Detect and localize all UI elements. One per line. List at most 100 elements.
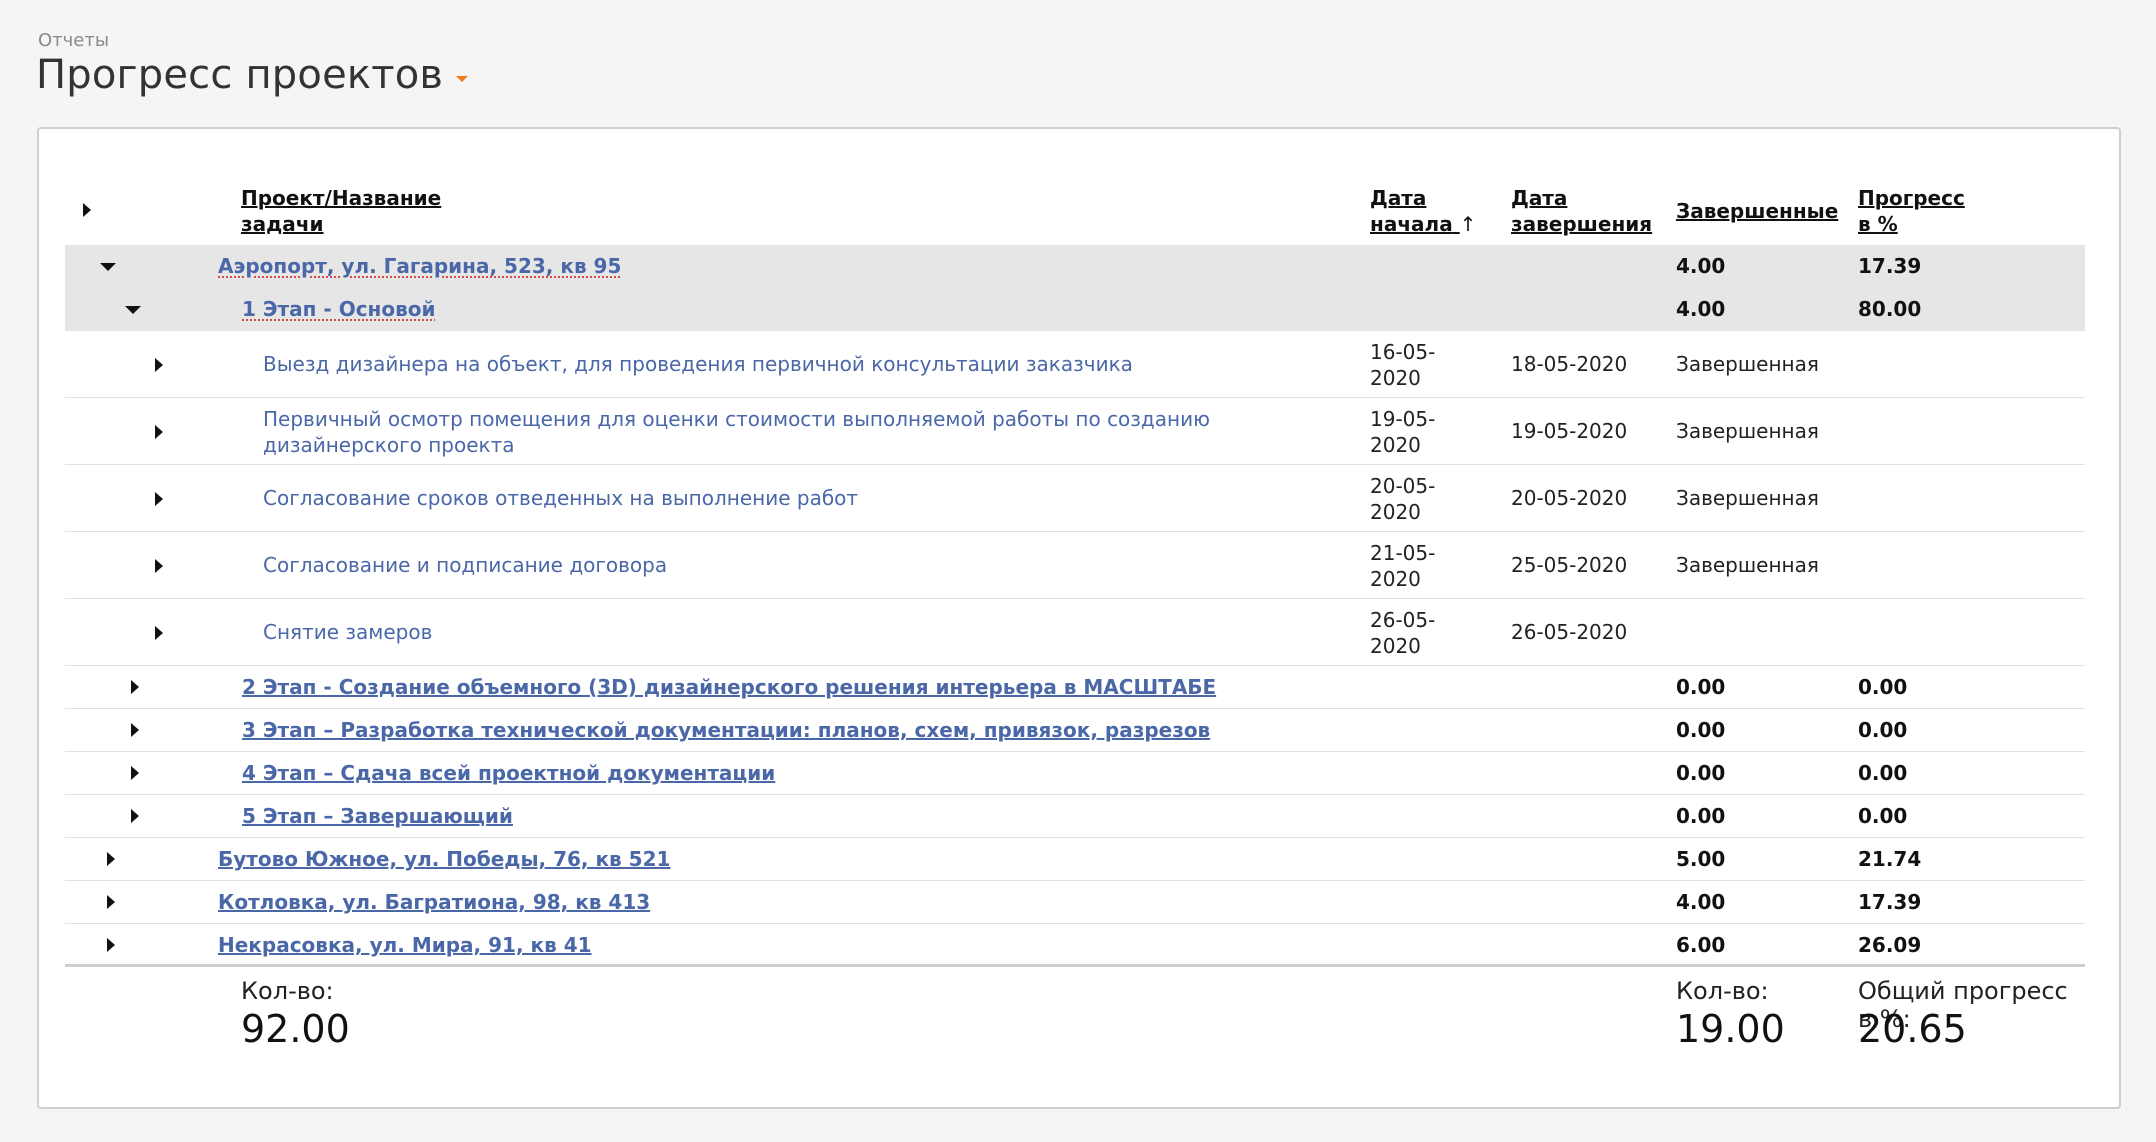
stage-link[interactable]: 4 Этап – Сдача всей проектной документац… [242, 760, 775, 786]
progress-value: 0.00 [1858, 718, 1908, 742]
col-header-name-line2: задачи [241, 212, 324, 236]
col-header-progress-line2: в % [1858, 212, 1898, 236]
start-date-part2: 2020 [1370, 366, 1421, 390]
col-header-done[interactable]: Завершенные [1676, 198, 1838, 224]
task-link[interactable]: Снятие замеров [263, 619, 432, 645]
start-date-part2: 2020 [1370, 433, 1421, 457]
end-date: 19-05-2020 [1511, 419, 1628, 443]
task-link[interactable]: Согласование и подписание договора [263, 552, 667, 578]
project-link[interactable]: Котловка, ул. Багратиона, 98, кв 413 [218, 889, 650, 915]
task-row: Первичный осмотр помещения для оценки ст… [65, 398, 2085, 465]
start-date: 19-05- 2020 [1370, 406, 1435, 458]
expand-toggle-icon[interactable] [131, 766, 139, 780]
col-header-start-line2: начала [1370, 212, 1453, 236]
done-value: 0.00 [1676, 761, 1726, 785]
expand-toggle-icon[interactable] [155, 559, 163, 573]
total-done-value: 19.00 [1676, 1007, 1785, 1051]
stage-row: 5 Этап – Завершающий 0.00 0.00 [65, 795, 2085, 838]
progress-value: 26.09 [1858, 933, 1922, 957]
stage-link[interactable]: 5 Этап – Завершающий [242, 803, 513, 829]
task-row: Согласование сроков отведенных на выполн… [65, 465, 2085, 532]
done-value: 6.00 [1676, 933, 1726, 957]
expand-all-toggle-icon[interactable] [83, 203, 91, 217]
sort-asc-icon: ↑ [1459, 212, 1477, 236]
report-panel: Проект/Название задачи Дата начала ↑ Дат… [37, 127, 2121, 1109]
stage-link[interactable]: 2 Этап - Создание объемного (3D) дизайне… [242, 674, 1216, 700]
col-header-name[interactable]: Проект/Название задачи [241, 185, 441, 237]
stage-row-expanded: 1 Этап - Основой 4.00 80.00 [65, 288, 2085, 331]
start-date: 21-05- 2020 [1370, 540, 1435, 592]
status-text: Завершенная [1676, 419, 1819, 443]
stage-link[interactable]: 3 Этап – Разработка технической документ… [242, 717, 1210, 743]
project-link[interactable]: Некрасовка, ул. Мира, 91, кв 41 [218, 932, 592, 958]
total-count-value: 92.00 [241, 1007, 350, 1051]
end-date: 20-05-2020 [1511, 486, 1628, 510]
progress-value: 21.74 [1858, 847, 1922, 871]
project-link[interactable]: Бутово Южное, ул. Победы, 76, кв 521 [218, 846, 670, 872]
col-header-end-line1: Дата [1511, 186, 1568, 210]
report-table: Проект/Название задачи Дата начала ↑ Дат… [65, 179, 2085, 1067]
progress-value: 80.00 [1858, 297, 1922, 321]
expand-toggle-icon[interactable] [155, 425, 163, 439]
start-date: 16-05- 2020 [1370, 339, 1435, 391]
expand-toggle-icon[interactable] [107, 895, 115, 909]
task-link[interactable]: Выезд дизайнера на объект, для проведени… [263, 351, 1133, 377]
project-row: Котловка, ул. Багратиона, 98, кв 413 4.0… [65, 881, 2085, 924]
status-text: Завершенная [1676, 352, 1819, 376]
col-header-name-line1: Проект/Название [241, 186, 442, 210]
task-link[interactable]: Согласование сроков отведенных на выполн… [263, 485, 858, 511]
title-bar: Прогресс проектов [36, 52, 469, 98]
progress-value: 17.39 [1858, 254, 1922, 278]
task-name-line2: дизайнерского проекта [263, 433, 515, 457]
done-value: 0.00 [1676, 804, 1726, 828]
progress-value: 0.00 [1858, 761, 1908, 785]
progress-value: 0.00 [1858, 804, 1908, 828]
col-header-done-label: Завершенные [1676, 199, 1839, 223]
start-date-part1: 21-05- [1370, 541, 1436, 565]
task-row: Согласование и подписание договора 21-05… [65, 532, 2085, 599]
status-text: Завершенная [1676, 486, 1819, 510]
end-date: 26-05-2020 [1511, 620, 1628, 644]
collapse-toggle-icon[interactable] [100, 263, 116, 271]
total-progress-value: 20.65 [1858, 1007, 1967, 1051]
project-link[interactable]: Аэропорт, ул. Гагарина, 523, кв 95 [218, 253, 621, 279]
expand-toggle-icon[interactable] [107, 938, 115, 952]
col-header-end[interactable]: Дата завершения [1511, 185, 1652, 237]
expand-toggle-icon[interactable] [155, 626, 163, 640]
start-date-part1: 19-05- [1370, 407, 1436, 431]
col-header-end-line2: завершения [1511, 212, 1653, 236]
done-value: 4.00 [1676, 890, 1726, 914]
done-value: 5.00 [1676, 847, 1726, 871]
total-count-label: Кол-во: [241, 977, 334, 1005]
start-date-part1: 26-05- [1370, 608, 1436, 632]
progress-value: 17.39 [1858, 890, 1922, 914]
expand-toggle-icon[interactable] [107, 852, 115, 866]
task-row: Выезд дизайнера на объект, для проведени… [65, 331, 2085, 398]
start-date-part2: 2020 [1370, 634, 1421, 658]
done-value: 4.00 [1676, 297, 1726, 321]
stage-link[interactable]: 1 Этап - Основой [242, 296, 436, 322]
task-link[interactable]: Первичный осмотр помещения для оценки ст… [263, 406, 1210, 458]
start-date-part1: 20-05- [1370, 474, 1436, 498]
stage-row: 2 Этап - Создание объемного (3D) дизайне… [65, 666, 2085, 709]
done-value: 4.00 [1676, 254, 1726, 278]
start-date-part1: 16-05- [1370, 340, 1436, 364]
project-row: Некрасовка, ул. Мира, 91, кв 41 6.00 26.… [65, 924, 2085, 967]
expand-toggle-icon[interactable] [155, 492, 163, 506]
expand-toggle-icon[interactable] [131, 809, 139, 823]
collapse-toggle-icon[interactable] [125, 306, 141, 314]
breadcrumb[interactable]: Отчеты [38, 30, 109, 51]
col-header-progress[interactable]: Прогресс в % [1858, 185, 1965, 237]
col-header-progress-line1: Прогресс [1858, 186, 1965, 210]
stage-row: 4 Этап – Сдача всей проектной документац… [65, 752, 2085, 795]
expand-toggle-icon[interactable] [131, 680, 139, 694]
stage-row: 3 Этап – Разработка технической документ… [65, 709, 2085, 752]
project-row-expanded: Аэропорт, ул. Гагарина, 523, кв 95 4.00 … [65, 245, 2085, 288]
end-date: 18-05-2020 [1511, 352, 1628, 376]
expand-toggle-icon[interactable] [155, 358, 163, 372]
task-row: Снятие замеров 26-05- 2020 26-05-2020 [65, 599, 2085, 666]
col-header-start[interactable]: Дата начала ↑ [1370, 185, 1476, 237]
title-dropdown-caret-icon[interactable] [456, 76, 469, 82]
expand-toggle-icon[interactable] [131, 723, 139, 737]
done-value: 0.00 [1676, 675, 1726, 699]
